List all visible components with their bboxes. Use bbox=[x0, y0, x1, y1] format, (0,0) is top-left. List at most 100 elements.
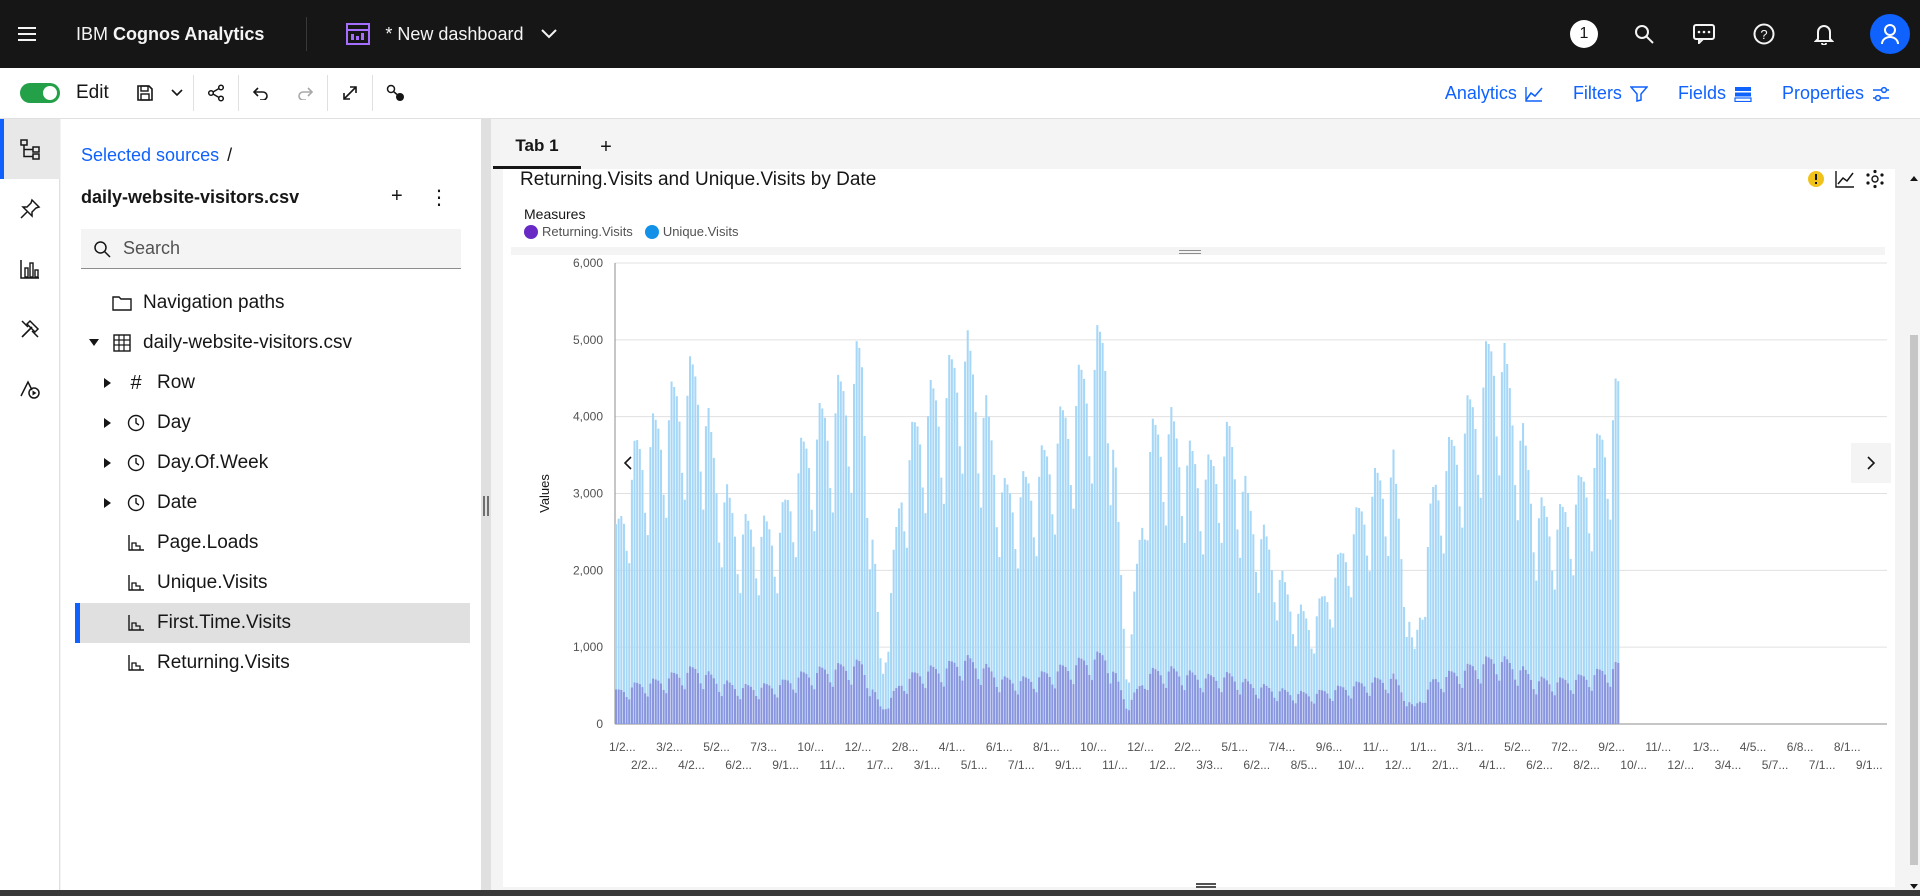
ai-network-icon[interactable] bbox=[1865, 169, 1885, 189]
x-tick-label: 7/1... bbox=[1008, 758, 1035, 772]
analytics-label: Analytics bbox=[1444, 83, 1517, 103]
bar bbox=[1328, 698, 1332, 724]
redo-button[interactable] bbox=[283, 71, 327, 115]
caret-right-icon[interactable] bbox=[101, 458, 115, 468]
search-button[interactable] bbox=[1630, 20, 1658, 48]
scroll-up-icon[interactable] bbox=[1908, 173, 1920, 185]
bar bbox=[620, 690, 623, 724]
source-overflow-button[interactable]: ⋮ bbox=[429, 185, 449, 210]
caret-down-icon[interactable] bbox=[87, 339, 101, 347]
legend-item-unique-visits[interactable]: Unique.Visits bbox=[644, 224, 738, 239]
bar bbox=[744, 684, 747, 724]
search-input[interactable] bbox=[123, 238, 443, 259]
bar bbox=[985, 663, 988, 724]
bar bbox=[802, 672, 805, 724]
bar bbox=[1474, 670, 1477, 724]
bottom-resize-grip[interactable] bbox=[1196, 883, 1216, 888]
bar bbox=[739, 699, 742, 724]
analytics-button[interactable]: Analytics bbox=[1445, 83, 1543, 104]
bar bbox=[784, 679, 787, 724]
tab-1[interactable]: Tab 1 bbox=[493, 125, 581, 169]
edit-mode-toggle[interactable] bbox=[20, 83, 60, 103]
x-tick-label: 7/3... bbox=[750, 740, 777, 754]
bar bbox=[615, 689, 618, 724]
save-button[interactable] bbox=[123, 71, 167, 115]
breadcrumb-separator: / bbox=[227, 145, 233, 165]
user-avatar[interactable] bbox=[1870, 14, 1910, 54]
canvas-scrollbar[interactable] bbox=[1908, 169, 1920, 896]
bar bbox=[868, 696, 871, 724]
bar bbox=[1352, 686, 1355, 724]
save-menu-button[interactable] bbox=[167, 71, 187, 115]
bar-chart: 6,000 5,000 4,000 3,000 2,000 1,000 0 Values 1/2… bbox=[537, 257, 1891, 772]
bar bbox=[1429, 681, 1432, 724]
bar bbox=[1392, 673, 1395, 724]
dashboard-title[interactable]: * New dashboard bbox=[385, 24, 523, 45]
tree-file-node[interactable]: daily-website-visitors.csv bbox=[81, 323, 537, 363]
menu-button[interactable] bbox=[0, 0, 54, 68]
filters-button[interactable]: Filters bbox=[1573, 83, 1648, 104]
help-button[interactable]: ? bbox=[1750, 20, 1778, 48]
notifications-button[interactable] bbox=[1810, 20, 1838, 48]
bar bbox=[1548, 684, 1551, 724]
warning-icon[interactable] bbox=[1807, 170, 1825, 188]
bar bbox=[1503, 656, 1506, 724]
tree-label: Unique.Visits bbox=[157, 572, 268, 593]
caret-right-icon[interactable] bbox=[101, 498, 115, 508]
chevron-down-icon[interactable] bbox=[541, 29, 558, 39]
tree-field-first-time-visits[interactable]: First.Time.Visits bbox=[75, 603, 470, 643]
caret-right-icon[interactable] bbox=[101, 418, 115, 428]
rail-widgets[interactable] bbox=[0, 299, 60, 359]
bar bbox=[934, 669, 938, 724]
tree-navigation-paths[interactable]: Navigation paths + bbox=[81, 283, 537, 323]
bar bbox=[905, 693, 908, 724]
splitter-grip[interactable] bbox=[483, 496, 489, 516]
bar bbox=[1416, 703, 1419, 724]
bar bbox=[665, 693, 668, 724]
rail-pins[interactable] bbox=[0, 179, 60, 239]
bar bbox=[1217, 688, 1220, 724]
undo-button[interactable] bbox=[239, 71, 283, 115]
bar bbox=[839, 664, 842, 724]
chart-widget[interactable]: Returning.Visits and Unique.Visits by Da… bbox=[503, 169, 1895, 887]
legend-swatch bbox=[524, 224, 538, 239]
add-source-button[interactable]: + bbox=[391, 185, 403, 208]
breadcrumb-selected-sources[interactable]: Selected sources bbox=[81, 145, 219, 165]
bar bbox=[734, 689, 737, 724]
caret-right-icon[interactable] bbox=[101, 378, 115, 388]
bar bbox=[1051, 684, 1054, 724]
bar bbox=[1043, 672, 1046, 724]
bar bbox=[1598, 669, 1601, 724]
notification-count-badge[interactable]: 1 bbox=[1570, 20, 1598, 48]
bar bbox=[1053, 688, 1057, 724]
bar bbox=[1247, 681, 1250, 724]
rail-visualizations[interactable] bbox=[0, 239, 60, 299]
rail-sources[interactable] bbox=[0, 119, 60, 179]
bar bbox=[834, 669, 837, 724]
x-tick-label: 11/... bbox=[1102, 758, 1128, 772]
x-tick-label: 10/... bbox=[1338, 758, 1365, 772]
properties-button[interactable]: Properties bbox=[1782, 83, 1890, 104]
bar bbox=[1463, 670, 1466, 724]
x-tick-label: 5/7... bbox=[1762, 758, 1789, 772]
share-button[interactable] bbox=[194, 71, 238, 115]
bar bbox=[665, 517, 668, 724]
rail-assistant[interactable] bbox=[0, 359, 60, 419]
line-chart-icon[interactable] bbox=[1835, 170, 1855, 188]
chat-button[interactable] bbox=[1690, 20, 1718, 48]
bar bbox=[1186, 675, 1189, 724]
fields-button[interactable]: Fields bbox=[1678, 83, 1752, 104]
scrollbar-thumb[interactable] bbox=[1910, 335, 1918, 865]
add-tab-button[interactable]: + bbox=[581, 125, 631, 169]
tree-label: daily-website-visitors.csv bbox=[143, 332, 353, 353]
bar bbox=[654, 419, 657, 724]
resize-handle[interactable] bbox=[1179, 250, 1201, 254]
bar bbox=[1574, 679, 1577, 724]
bar bbox=[897, 685, 900, 724]
x-tick-label: 8/5... bbox=[1291, 758, 1318, 772]
x-tick-label: 4/5... bbox=[1740, 740, 1767, 754]
legend-item-returning-visits[interactable]: Returning.Visits bbox=[524, 224, 633, 239]
relationship-button[interactable] bbox=[373, 71, 417, 115]
fullscreen-button[interactable] bbox=[328, 71, 372, 115]
bar bbox=[1413, 706, 1416, 724]
